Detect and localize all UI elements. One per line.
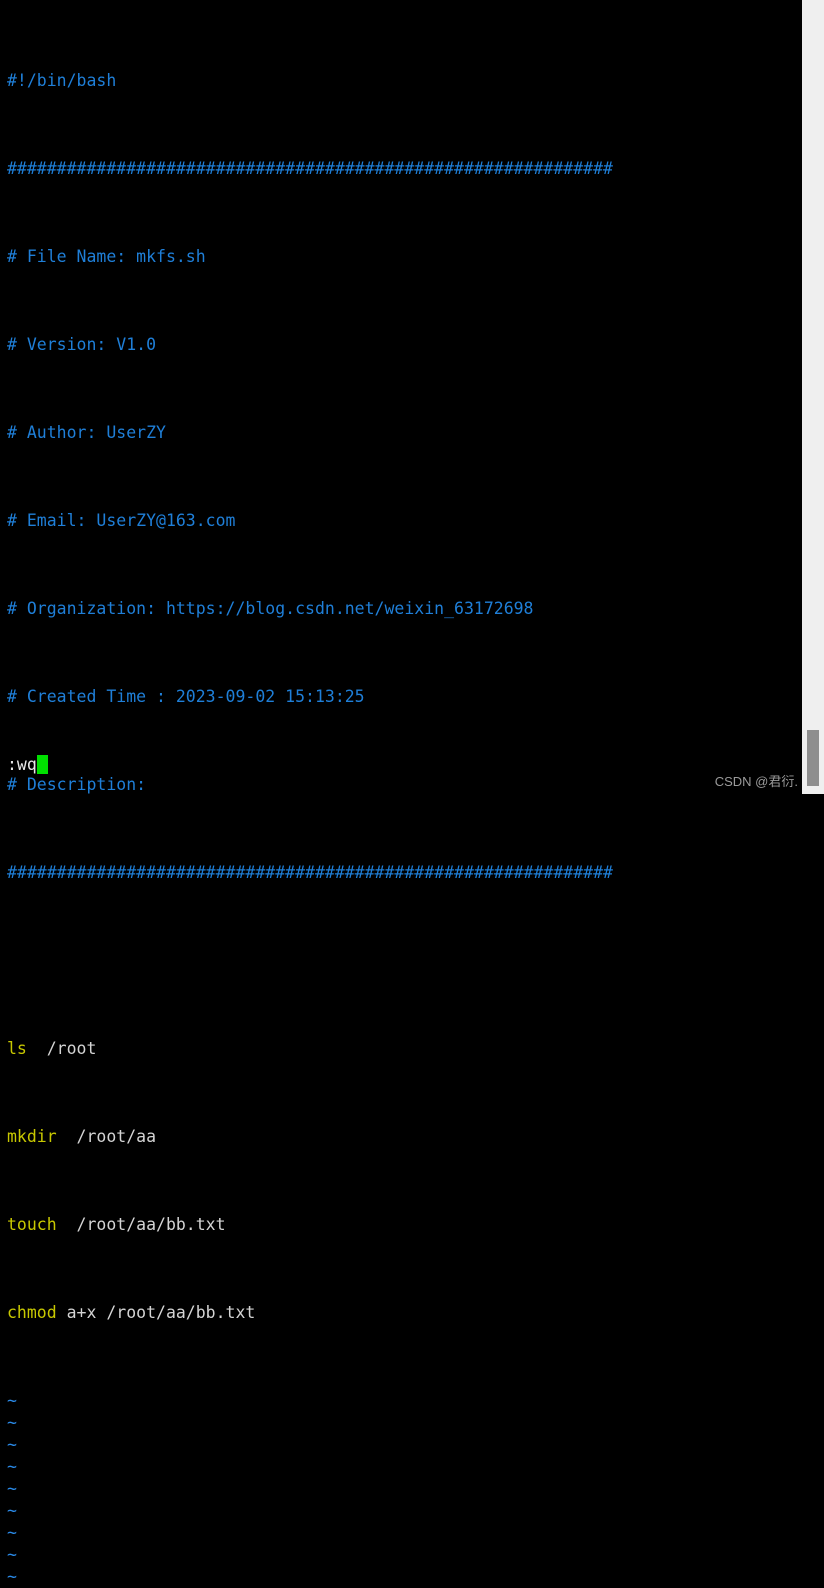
- tilde-icon: ~: [7, 1545, 17, 1564]
- command-args-chmod: a+x /root/aa/bb.txt: [56, 1303, 256, 1322]
- header-version: # Version: V1.0: [7, 335, 157, 354]
- code-line-command-ls: ls /root: [7, 1038, 802, 1060]
- empty-line-marker-list: ~~~~~~~~~~~~~~~~~~~: [7, 1390, 802, 1588]
- code-line-command-chmod: chmod a+x /root/aa/bb.txt: [7, 1302, 802, 1324]
- tilde-icon: ~: [7, 1457, 17, 1476]
- csdn-watermark: CSDN @君衍.: [714, 774, 798, 789]
- code-line-shebang: #!/bin/bash: [7, 70, 802, 92]
- tilde-icon: ~: [7, 1501, 17, 1520]
- header-author: # Author: UserZY: [7, 423, 166, 442]
- header-file-name: # File Name: mkfs.sh: [7, 247, 206, 266]
- code-line-version: # Version: V1.0: [7, 334, 802, 356]
- empty-line-marker: ~: [7, 1456, 802, 1478]
- empty-line-marker: ~: [7, 1522, 802, 1544]
- command-keyword-ls: ls: [7, 1039, 27, 1058]
- vim-command-text: :wq: [7, 755, 37, 774]
- tilde-icon: ~: [7, 1523, 17, 1542]
- scrollbar-thumb[interactable]: [807, 730, 819, 786]
- command-keyword-touch: touch: [7, 1215, 57, 1234]
- tilde-icon: ~: [7, 1567, 17, 1586]
- header-email: # Email: UserZY@163.com: [7, 511, 236, 530]
- tilde-icon: ~: [7, 1435, 17, 1454]
- vim-text-buffer[interactable]: #!/bin/bash ############################…: [0, 0, 802, 1586]
- code-line-description: # Description:: [7, 774, 802, 796]
- tilde-icon: ~: [7, 1391, 17, 1410]
- separator-text-bottom: ########################################…: [7, 863, 613, 882]
- command-args-touch: /root/aa/bb.txt: [56, 1215, 226, 1234]
- empty-line-marker: ~: [7, 1566, 802, 1588]
- terminal-window: #!/bin/bash ############################…: [0, 0, 824, 1586]
- tilde-icon: ~: [7, 1413, 17, 1432]
- command-keyword-mkdir: mkdir: [7, 1127, 57, 1146]
- command-args-ls: /root: [26, 1039, 97, 1058]
- tilde-icon: ~: [7, 1479, 17, 1498]
- command-keyword-chmod: chmod: [7, 1303, 57, 1322]
- text-cursor: [36, 755, 48, 774]
- code-line-command-touch: touch /root/aa/bb.txt: [7, 1214, 802, 1236]
- command-args-mkdir: /root/aa: [56, 1127, 157, 1146]
- vim-command-line[interactable]: :wq: [7, 754, 48, 776]
- shebang-text: #!/bin/bash: [7, 71, 117, 90]
- code-line-separator-top: ########################################…: [7, 158, 802, 180]
- empty-line-marker: ~: [7, 1434, 802, 1456]
- code-line-organization: # Organization: https://blog.csdn.net/we…: [7, 598, 802, 620]
- empty-line-marker: ~: [7, 1544, 802, 1566]
- header-description: # Description:: [7, 775, 147, 794]
- empty-line-marker: ~: [7, 1478, 802, 1500]
- empty-line-marker: ~: [7, 1412, 802, 1434]
- code-line-author: # Author: UserZY: [7, 422, 802, 444]
- vertical-scrollbar[interactable]: [802, 0, 824, 794]
- code-line-separator-bottom: ########################################…: [7, 862, 802, 884]
- code-line-created-time: # Created Time : 2023-09-02 15:13:25: [7, 686, 802, 708]
- header-organization: # Organization: https://blog.csdn.net/we…: [7, 599, 534, 618]
- code-line-command-mkdir: mkdir /root/aa: [7, 1126, 802, 1148]
- code-line-file-name: # File Name: mkfs.sh: [7, 246, 802, 268]
- separator-text: ########################################…: [7, 159, 613, 178]
- empty-line-marker: ~: [7, 1500, 802, 1522]
- empty-line-marker: ~: [7, 1390, 802, 1412]
- header-created-time: # Created Time : 2023-09-02 15:13:25: [7, 687, 365, 706]
- code-line-email: # Email: UserZY@163.com: [7, 510, 802, 532]
